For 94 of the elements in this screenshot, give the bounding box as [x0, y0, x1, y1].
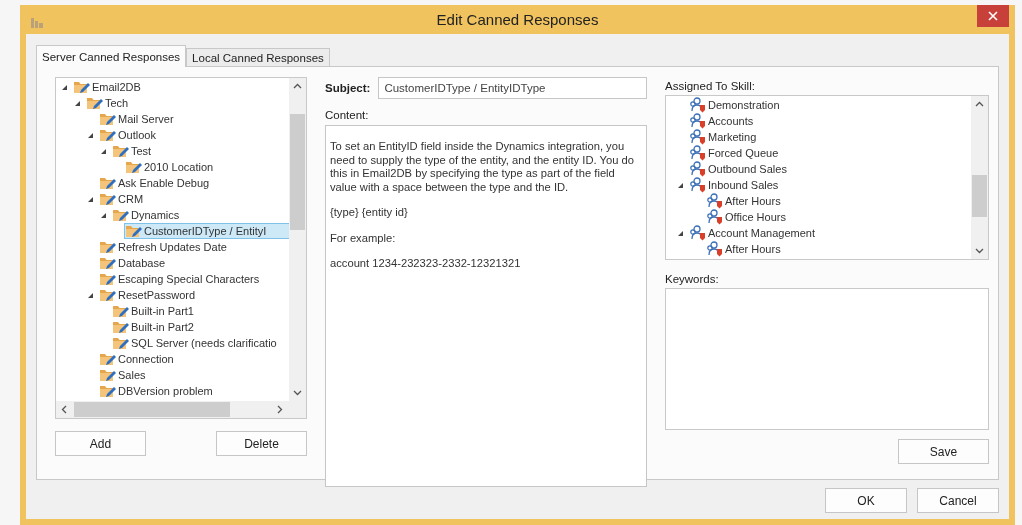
skill-item[interactable]: Office Hours	[705, 209, 789, 225]
skill-item[interactable]: Forced Queue	[688, 145, 782, 161]
tree-item[interactable]: Test	[111, 143, 155, 159]
content-text: {type} {entity id}	[330, 206, 409, 220]
keywords-label: Keywords:	[665, 273, 720, 285]
scroll-up-icon[interactable]	[293, 82, 302, 91]
people-icon	[689, 129, 706, 145]
scroll-thumb[interactable]	[290, 114, 305, 230]
close-button[interactable]	[977, 5, 1009, 27]
folder-pencil-icon	[99, 351, 116, 367]
close-icon	[988, 11, 998, 21]
people-icon	[689, 97, 706, 113]
folder-pencil-icon	[125, 159, 142, 175]
folder-pencil-icon	[125, 223, 142, 239]
tree-item[interactable]: Sales	[98, 367, 149, 383]
people-icon	[689, 225, 706, 241]
skill-item[interactable]: After Hours	[705, 241, 784, 257]
ok-button[interactable]: OK	[825, 488, 907, 513]
folder-pencil-icon	[99, 367, 116, 383]
folder-pencil-icon	[99, 383, 116, 399]
tree-item[interactable]: Built-in Part2	[111, 319, 197, 335]
tree-item[interactable]: 2010 Location	[124, 159, 217, 175]
subject-label: Subject:	[325, 82, 371, 94]
scroll-left-icon[interactable]	[60, 405, 69, 414]
tree-item[interactable]: CustomerIDType / EntityI	[124, 223, 292, 239]
scroll-thumb[interactable]	[74, 402, 230, 417]
vertical-scrollbar[interactable]	[289, 78, 306, 401]
tree-item[interactable]: Outlook	[98, 127, 159, 143]
content-field[interactable]	[325, 125, 647, 487]
content-text: To set an EntityID field inside the Dynamics integration, you need to supply the type of the entity, and the entity ID. You do this in Email2DB by specifying the type as part of the field value with a space between the type and the ID.	[330, 140, 635, 194]
people-icon	[689, 161, 706, 177]
folder-pencil-icon	[99, 239, 116, 255]
skill-item[interactable]: Inbound Sales	[688, 177, 782, 193]
people-icon	[689, 177, 706, 193]
scroll-down-icon[interactable]	[975, 246, 984, 255]
content-label: Content:	[325, 109, 370, 121]
skill-item[interactable]: Demonstration	[688, 97, 783, 113]
folder-pencil-icon	[112, 319, 129, 335]
people-icon	[706, 241, 723, 257]
skill-item[interactable]: Outbound Sales	[688, 161, 790, 177]
tree-item[interactable]: Ask Enable Debug	[98, 175, 213, 191]
folder-pencil-icon	[99, 175, 116, 191]
tab[interactable]: Server Canned Responses	[36, 45, 187, 67]
tree-item[interactable]: Connection	[98, 351, 177, 367]
horizontal-scrollbar[interactable]	[56, 401, 306, 418]
folder-pencil-icon	[99, 287, 116, 303]
folder-pencil-icon	[112, 207, 129, 223]
folder-pencil-icon	[112, 335, 129, 351]
people-icon	[689, 145, 706, 161]
tab[interactable]: Local Canned Responses	[186, 48, 330, 66]
tree-item[interactable]: Dynamics	[111, 207, 183, 223]
save-button[interactable]: Save	[898, 439, 989, 464]
tree-item[interactable]: Tech	[85, 95, 132, 111]
people-icon	[689, 113, 706, 129]
scroll-thumb[interactable]	[972, 175, 987, 217]
folder-pencil-icon	[73, 79, 90, 95]
folder-pencil-icon	[99, 127, 116, 143]
subject-field[interactable]: CustomerIDType / EntityIDType	[378, 77, 647, 99]
app-icon	[30, 17, 44, 29]
people-icon	[706, 209, 723, 225]
delete-button[interactable]: Delete	[216, 431, 307, 456]
tree-item[interactable]: SQL Server (needs clarificatio	[111, 335, 280, 351]
scroll-down-icon[interactable]	[293, 388, 302, 397]
skill-item[interactable]: After Hours	[705, 193, 784, 209]
folder-pencil-icon	[99, 271, 116, 287]
vertical-scrollbar[interactable]	[971, 96, 988, 259]
tree-item[interactable]: Database	[98, 255, 169, 271]
folder-pencil-icon	[112, 143, 129, 159]
tree-item[interactable]: Mail Server	[98, 111, 177, 127]
tree-item[interactable]: DBVersion problem	[98, 383, 216, 399]
tree-item[interactable]: Escaping Special Characters	[98, 271, 263, 287]
skill-item[interactable]: Marketing	[688, 129, 760, 145]
folder-pencil-icon	[99, 191, 116, 207]
folder-pencil-icon	[99, 255, 116, 271]
tree-item[interactable]: Refresh Updates Date	[98, 239, 230, 255]
skill-item[interactable]: Accounts	[688, 113, 757, 129]
tree-item[interactable]: Built-in Part1	[111, 303, 197, 319]
folder-pencil-icon	[99, 111, 116, 127]
keywords-field[interactable]	[665, 288, 989, 430]
scroll-up-icon[interactable]	[975, 100, 984, 109]
tree-item[interactable]: ResetPassword	[98, 287, 199, 303]
tree-item[interactable]: Email2DB	[72, 79, 144, 95]
skill-item[interactable]: Account Management	[688, 225, 818, 241]
add-button[interactable]: Add	[55, 431, 146, 456]
content-text: For example:	[330, 231, 397, 245]
people-icon	[706, 193, 723, 209]
content-text: account 1234-232323-2332-12321321	[330, 257, 522, 271]
cancel-button[interactable]: Cancel	[917, 488, 999, 513]
window-title: Edit Canned Responses	[435, 11, 600, 28]
folder-pencil-icon	[86, 95, 103, 111]
tree-item[interactable]: CRM	[98, 191, 147, 207]
skill-label: Assigned To Skill:	[665, 80, 756, 92]
folder-pencil-icon	[112, 303, 129, 319]
scroll-right-icon[interactable]	[275, 405, 284, 414]
